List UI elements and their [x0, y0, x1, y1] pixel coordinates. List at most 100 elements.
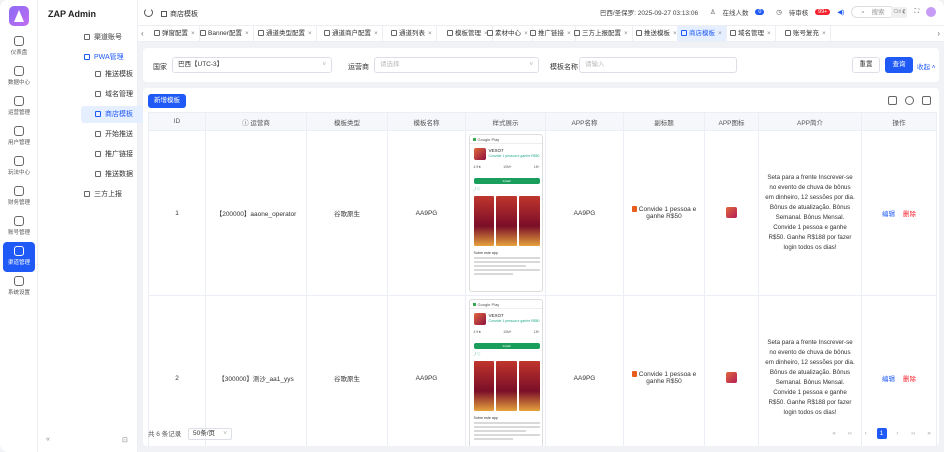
close-icon[interactable]: ×	[374, 30, 378, 37]
close-icon[interactable]: ×	[822, 30, 826, 37]
preview-app-icon	[473, 148, 486, 160]
delete-button[interactable]: 删除	[903, 376, 916, 383]
close-icon[interactable]: ×	[767, 30, 771, 37]
refresh-icon[interactable]	[905, 96, 914, 105]
lock-icon[interactable]: ⊡	[122, 436, 128, 444]
rail-item-label: 数据中心	[7, 80, 30, 86]
edit-button[interactable]: 编辑	[882, 211, 895, 218]
tab-icon	[730, 30, 736, 36]
tab-10[interactable]: 商店模板 ×	[677, 26, 727, 41]
chevron-down-icon: ˅	[322, 62, 326, 68]
tab-8[interactable]: 三方上报配置 ×	[570, 26, 633, 41]
cell-app-name: AA9PG	[545, 295, 624, 446]
tab-9[interactable]: 推送模板 ×	[632, 26, 682, 41]
primary-nav-rail: 仪表盘数据中心运营管理用户管理 玩法中心 财务管理 账号管理 渠道管理 系统设置	[0, 0, 38, 452]
menu-item-promo-link[interactable]: 推广链接	[95, 146, 133, 163]
tab-label: 通道列表	[399, 30, 425, 37]
link-icon	[95, 151, 101, 157]
collapse-icon[interactable]: «	[46, 436, 50, 443]
preview-store-bar: Google Play	[469, 300, 542, 309]
rail-item-finance[interactable]: 财务管理	[3, 182, 35, 212]
pending-review[interactable]: ◷ 待审核 99+	[771, 7, 831, 17]
add-template-button[interactable]: 新增模板	[148, 94, 186, 108]
edit-button[interactable]: 编辑	[882, 376, 895, 383]
close-icon[interactable]: ×	[624, 30, 628, 37]
tab-label: 商店模板	[689, 30, 715, 37]
rail-item-label: 运营管理	[7, 110, 30, 116]
preview-screenshot	[496, 361, 517, 411]
menu-item-domain[interactable]: 域名管理	[95, 86, 133, 103]
last-page-icon[interactable]: »	[924, 428, 934, 439]
rail-item-dashboard[interactable]: 仪表盘	[3, 32, 35, 62]
cell-actions: 编辑 删除	[861, 130, 937, 296]
preview-app-icon	[473, 313, 486, 325]
tab-11[interactable]: 域名管理 ×	[726, 26, 776, 41]
country-value: 巴西【UTC-3】	[178, 61, 224, 68]
rail-item-operations[interactable]: 运营管理	[3, 92, 35, 122]
menu-item-push-data[interactable]: 推送数据	[95, 166, 133, 183]
tab-2[interactable]: 通道类型配置 ×	[254, 26, 317, 41]
tab-12[interactable]: 账号复充 ×	[781, 26, 831, 41]
rail-item-channel[interactable]: 渠道管理	[3, 242, 35, 272]
tab-7[interactable]: 推广链接 ×	[526, 26, 576, 41]
close-icon[interactable]: ×	[718, 30, 722, 37]
tab-0[interactable]: 弹窗配置 ×	[150, 26, 200, 41]
menu-item-push-template[interactable]: 推送模板	[95, 66, 133, 83]
page-size-select[interactable]: 50条/页 ˅	[188, 428, 232, 440]
online-users[interactable]: ♙ 在线人数 0	[705, 7, 765, 17]
first-page-icon[interactable]: «	[829, 428, 839, 439]
next-group-icon[interactable]: ››	[908, 428, 918, 439]
rail-item-account[interactable]: 账号管理	[3, 212, 35, 242]
tab-4[interactable]: 通道列表 ×	[387, 26, 437, 41]
close-icon[interactable]: ×	[245, 30, 249, 37]
template-name-input[interactable]: 请输入	[579, 57, 737, 73]
app-icon-image	[726, 206, 737, 218]
tab-icon	[258, 30, 264, 36]
help-icon[interactable]: ⓘ	[242, 120, 249, 127]
tab-label: 模板管理	[455, 30, 481, 37]
preview-screenshots	[473, 361, 540, 411]
page-number[interactable]: 1	[876, 428, 887, 439]
tabs-scroll-right-icon[interactable]: ›	[937, 29, 940, 38]
fullscreen-icon[interactable]: ⛶	[915, 8, 920, 16]
tab-3[interactable]: 通道商户配置 ×	[320, 26, 383, 41]
rail-item-settings[interactable]: 系统设置	[3, 272, 35, 302]
delete-button[interactable]: 删除	[903, 211, 916, 218]
country-select[interactable]: 巴西【UTC-3】 ˅	[172, 57, 332, 73]
download-icon[interactable]	[888, 96, 897, 105]
cell-subtitle: Convide 1 pessoa e ganhe R$50	[623, 295, 705, 446]
volume-icon[interactable]: ◀)	[837, 8, 844, 16]
tab-label: 素材中心	[495, 30, 521, 37]
close-icon[interactable]: ×	[191, 30, 195, 37]
column-settings-icon[interactable]	[922, 96, 931, 105]
operator-select[interactable]: 请选择 ˅	[374, 57, 539, 73]
operator-label: 运营商	[348, 64, 369, 71]
rail-item-user[interactable]: 用户管理	[3, 122, 35, 152]
prev-group-icon[interactable]: ‹‹	[845, 428, 855, 439]
tab-1[interactable]: Banner配置 ×	[196, 26, 254, 41]
next-page-icon[interactable]: ›	[892, 428, 902, 439]
tab-icon	[200, 30, 206, 36]
menu-item-channel-account[interactable]: 渠道账号	[84, 29, 122, 46]
reset-button[interactable]: 重置	[852, 57, 880, 73]
collapse-link[interactable]: 收起 ˄	[917, 61, 936, 71]
cell-type: 谷歌原生	[306, 295, 388, 446]
query-button[interactable]: 查询	[885, 57, 913, 73]
preview-app-tagline: Convide 1 pessoa e ganhe R$50	[488, 319, 540, 323]
refresh-icon[interactable]	[144, 8, 153, 17]
close-icon[interactable]: ×	[308, 30, 312, 37]
avatar[interactable]	[926, 7, 936, 17]
rail-item-database[interactable]: 数据中心	[3, 62, 35, 92]
cell-app-name: AA9PG	[545, 130, 624, 296]
tabs-scroll-left-icon[interactable]: ‹	[141, 29, 144, 38]
preview-screenshot	[473, 361, 495, 411]
page-title-text: 商店模板	[170, 11, 198, 18]
store-icon	[161, 11, 167, 17]
prev-page-icon[interactable]: ‹	[861, 428, 871, 439]
search-input[interactable]: ⌕ 搜索 Ctrl k	[851, 6, 908, 18]
dark-mode-icon[interactable]: ☾	[902, 8, 908, 16]
menu-item-start-push[interactable]: 开始推送	[95, 126, 133, 143]
close-icon[interactable]: ×	[428, 30, 432, 37]
page-size-value: 50条/页	[193, 430, 216, 437]
rail-item-game[interactable]: 玩法中心	[3, 152, 35, 182]
